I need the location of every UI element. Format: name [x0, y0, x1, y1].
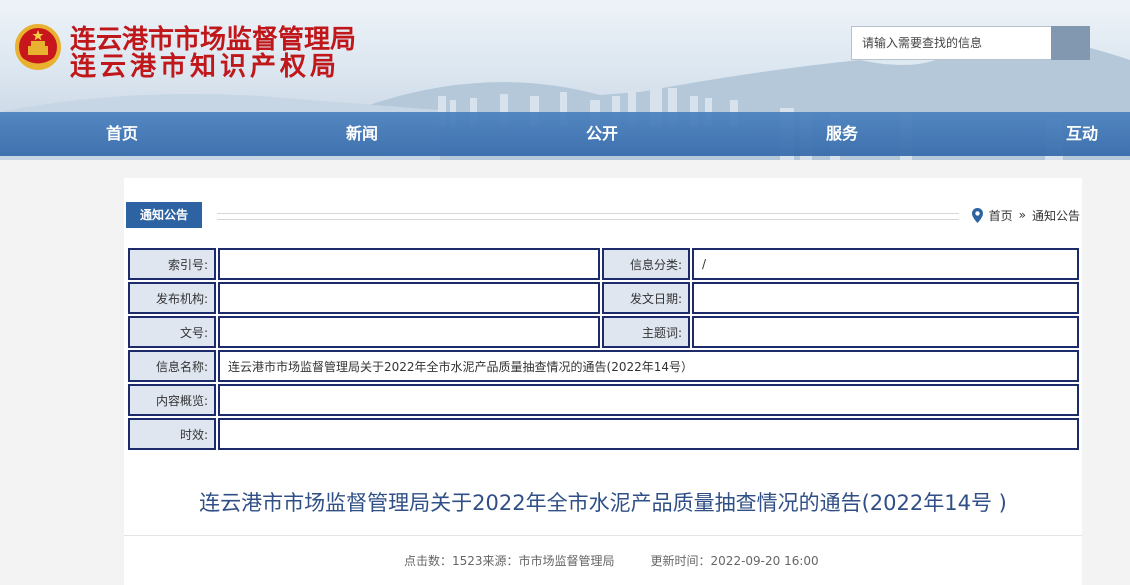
- breadcrumb: 首页 » 通知公告: [971, 206, 1080, 224]
- nav-item-service[interactable]: 服务: [826, 112, 858, 156]
- national-emblem-logo: [15, 24, 61, 70]
- document-info-table: 索引号: 信息分类: / 发布机构: 发文日期: 文号: 主题词: 信息名称: …: [126, 246, 1081, 452]
- table-row: 发布机构: 发文日期:: [128, 282, 1079, 314]
- site-title-ip-office: 连云港市知识产权局: [70, 52, 341, 82]
- document-number-label: 文号:: [128, 316, 216, 348]
- nav-item-news[interactable]: 新闻: [346, 112, 378, 156]
- section-tab-notices[interactable]: 通知公告: [126, 202, 202, 228]
- table-row: 内容概览:: [128, 384, 1079, 416]
- summary-value: [218, 384, 1079, 416]
- section-divider: [217, 213, 959, 220]
- table-row: 信息名称: 连云港市市场监督管理局关于2022年全市水泥产品质量抽查情况的通告(…: [128, 350, 1079, 382]
- table-row: 时效:: [128, 418, 1079, 450]
- breadcrumb-current-link[interactable]: 通知公告: [1032, 207, 1080, 224]
- breadcrumb-home-link[interactable]: 首页: [989, 207, 1013, 224]
- subject-value: [692, 316, 1079, 348]
- info-name-value: 连云港市市场监督管理局关于2022年全市水泥产品质量抽查情况的通告(2022年1…: [218, 350, 1079, 382]
- search-box: [851, 26, 1091, 60]
- publisher-value: [218, 282, 600, 314]
- article-meta: 点击数：1523来源：市市场监督管理局 更新时间：2022-09-20 16:0…: [404, 554, 819, 568]
- validity-value: [218, 418, 1079, 450]
- summary-label: 内容概览:: [128, 384, 216, 416]
- publish-date-value: [692, 282, 1079, 314]
- category-label: 信息分类:: [602, 248, 690, 280]
- publisher-label: 发布机构:: [128, 282, 216, 314]
- search-input[interactable]: [851, 26, 1051, 60]
- validity-label: 时效:: [128, 418, 216, 450]
- nav-item-interaction[interactable]: 互动: [1066, 112, 1098, 156]
- nav-item-public[interactable]: 公开: [586, 112, 618, 156]
- subject-label: 主题词:: [602, 316, 690, 348]
- info-name-label: 信息名称:: [128, 350, 216, 382]
- category-value: /: [692, 248, 1079, 280]
- index-number-value: [218, 248, 600, 280]
- index-number-label: 索引号:: [128, 248, 216, 280]
- location-pin-icon: [971, 207, 983, 223]
- content-panel: 通知公告 首页 » 通知公告 索引号: 信息分类: / 发布机构: 发文日期: …: [124, 178, 1082, 585]
- table-row: 文号: 主题词:: [128, 316, 1079, 348]
- nav-item-home[interactable]: 首页: [106, 112, 138, 156]
- table-row: 索引号: 信息分类: /: [128, 248, 1079, 280]
- breadcrumb-separator: »: [1018, 208, 1026, 222]
- publish-date-label: 发文日期:: [602, 282, 690, 314]
- article-title: 连云港市市场监督管理局关于2022年全市水泥产品质量抽查情况的通告(2022年1…: [199, 491, 1007, 515]
- search-button[interactable]: [1051, 26, 1090, 60]
- main-nav: 首页 新闻 公开 服务 互动: [0, 112, 1130, 156]
- document-number-value: [218, 316, 600, 348]
- meta-divider: [124, 535, 1082, 536]
